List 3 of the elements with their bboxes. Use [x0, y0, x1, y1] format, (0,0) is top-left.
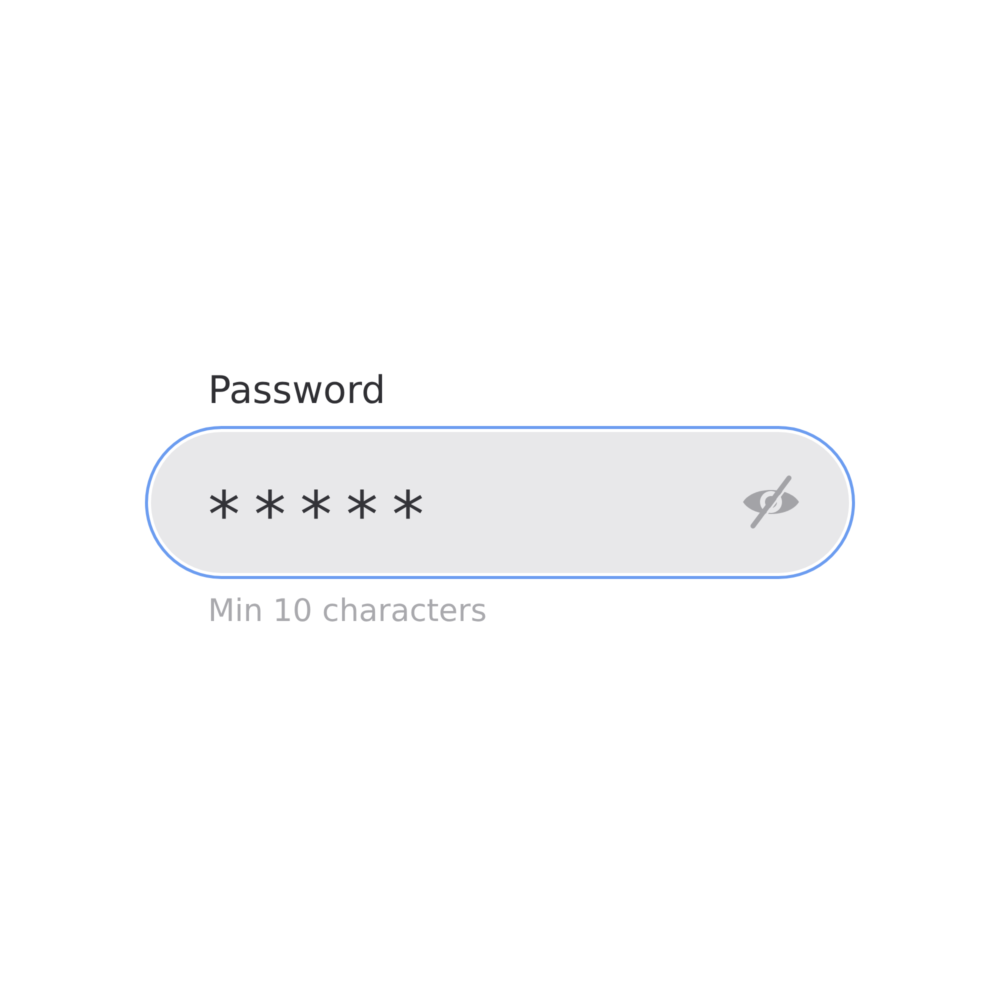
hint-text: Min 10 characters	[208, 592, 487, 630]
password-field[interactable]: *****	[145, 426, 855, 579]
field-label: Password	[208, 370, 386, 412]
